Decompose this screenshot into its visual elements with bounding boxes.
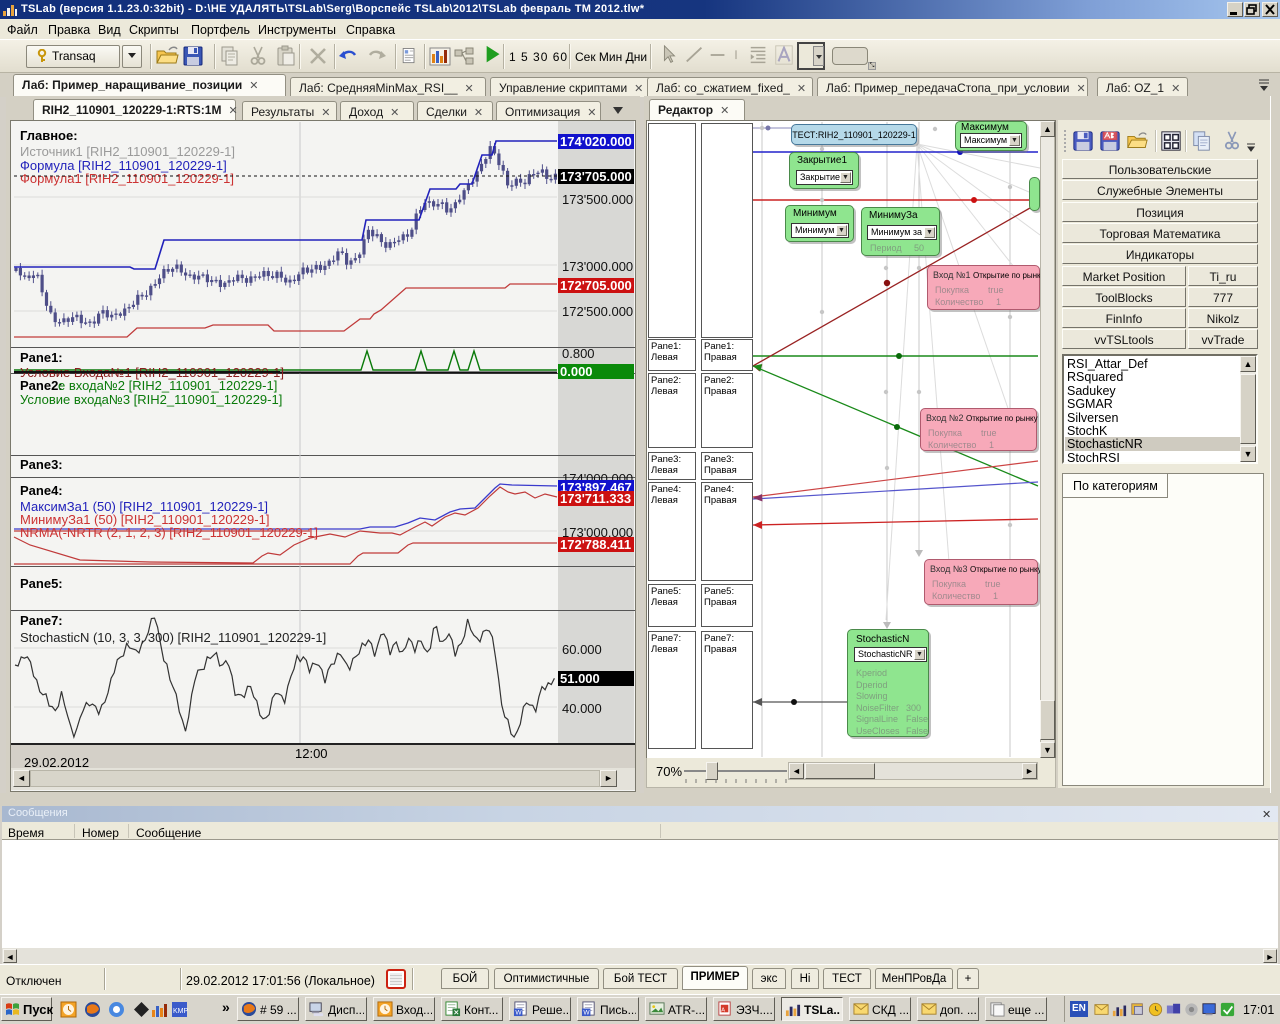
svg-text:W: W	[583, 1010, 590, 1017]
svg-text:A: A	[721, 1007, 725, 1013]
svg-text:W: W	[515, 1010, 522, 1017]
svg-text:KMP: KMP	[173, 1008, 188, 1015]
